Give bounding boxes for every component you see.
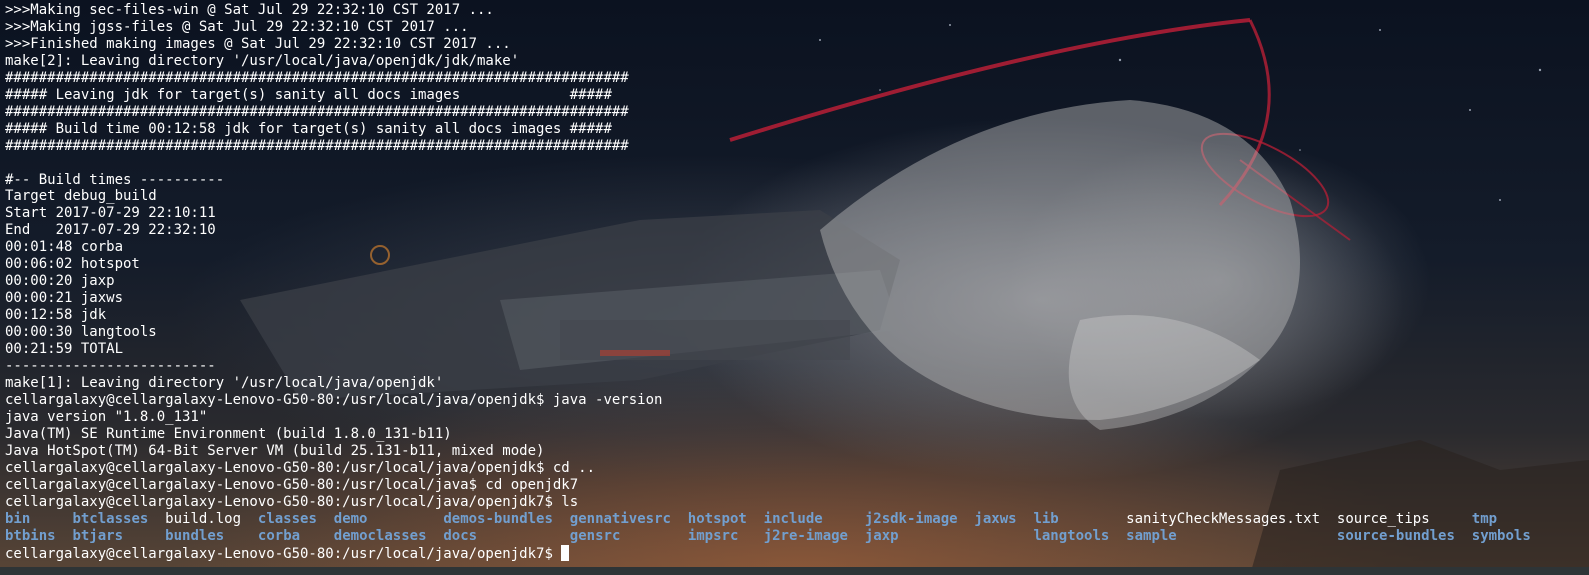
terminal-line: cellargalaxy@cellargalaxy-Lenovo-G50-80:… [5, 493, 579, 510]
terminal-line: Start 2017-07-29 22:10:11 [5, 205, 216, 222]
directory-entry: sample [1126, 527, 1177, 544]
terminal-line: ##### Build time 00:12:58 jdk for target… [5, 120, 612, 137]
directory-entry: include [763, 510, 823, 527]
directory-entry: demos-bundles [443, 510, 553, 527]
terminal-line: >>>Making jgss-files @ Sat Jul 29 22:32:… [5, 18, 469, 35]
directory-entry: j2sdk-image [864, 510, 958, 527]
terminal-line: Target debug_build [5, 188, 157, 205]
terminal-line: Java(TM) SE Runtime Environment (build 1… [5, 425, 452, 442]
directory-entry: btclasses [72, 510, 149, 527]
directory-entry: source-bundles [1336, 527, 1455, 544]
shell-prompt: cellargalaxy@cellargalaxy-Lenovo-G50-80:… [5, 545, 562, 562]
directory-entry: impsrc [687, 527, 739, 544]
terminal-line: Java HotSpot(TM) 64-Bit Server VM (build… [5, 442, 545, 459]
directory-entry: jaxws [974, 510, 1017, 527]
terminal-line: java version "1.8.0_131" [5, 408, 208, 425]
terminal-line: #-- Build times ---------- [5, 171, 225, 188]
directory-entry: bin [5, 510, 31, 527]
terminal-line: ########################################… [5, 103, 629, 120]
ls-row: btbins btjars bundles corba democlasses … [5, 528, 1531, 544]
terminal-window[interactable]: >>>Making sec-files-win @ Sat Jul 29 22:… [0, 0, 1589, 575]
horizontal-scrollbar[interactable] [0, 567, 1589, 575]
file-entry: source_tips [1336, 510, 1430, 527]
terminal-output[interactable]: >>>Making sec-files-win @ Sat Jul 29 22:… [5, 2, 1531, 562]
terminal-line: 00:21:59 TOTAL [5, 341, 124, 358]
terminal-line: >>>Finished making images @ Sat Jul 29 2… [5, 35, 511, 52]
file-entry: build.log [165, 510, 242, 527]
terminal-line: cellargalaxy@cellargalaxy-Lenovo-G50-80:… [5, 476, 579, 493]
terminal-line: End 2017-07-29 22:32:10 [5, 222, 216, 239]
terminal-line: ------------------------- [5, 358, 216, 375]
directory-entry: docs [443, 527, 478, 544]
terminal-line: cellargalaxy@cellargalaxy-Lenovo-G50-80:… [5, 459, 596, 476]
directory-entry: gennativesrc [569, 510, 671, 527]
ls-listing: bin btclasses build.log classes demo dem… [5, 511, 1531, 544]
directory-entry: gensrc [569, 527, 621, 544]
terminal-line: >>>Making sec-files-win @ Sat Jul 29 22:… [5, 2, 494, 18]
terminal-log: >>>Making sec-files-win @ Sat Jul 29 22:… [5, 2, 662, 510]
directory-entry: symbols [1471, 527, 1531, 544]
terminal-line: 00:00:30 langtools [5, 324, 157, 341]
directory-entry: jaxp [864, 527, 899, 544]
directory-entry: btbins [5, 527, 56, 544]
text-cursor [561, 544, 570, 561]
directory-entry: langtools [1033, 527, 1110, 544]
terminal-line: 00:06:02 hotspot [5, 256, 140, 273]
terminal-line: ##### Leaving jdk for target(s) sanity a… [5, 86, 612, 103]
terminal-line: 00:12:58 jdk [5, 307, 107, 324]
directory-entry: tmp [1471, 510, 1498, 527]
terminal-line: ########################################… [5, 137, 629, 154]
directory-entry: bundles [165, 527, 225, 544]
directory-entry: classes [257, 510, 317, 527]
terminal-line: ########################################… [5, 69, 629, 86]
terminal-line: make[2]: Leaving directory '/usr/local/j… [5, 52, 520, 69]
directory-entry: btjars [72, 527, 124, 544]
terminal-line: 00:01:48 corba [5, 239, 124, 256]
directory-entry: j2re-image [763, 527, 848, 544]
terminal-line: 00:00:20 jaxp [5, 273, 115, 290]
ls-row: bin btclasses build.log classes demo dem… [5, 511, 1497, 527]
terminal-line: 00:00:21 jaxws [5, 290, 124, 307]
directory-entry: lib [1033, 510, 1059, 527]
terminal-line: make[1]: Leaving directory '/usr/local/j… [5, 374, 444, 391]
directory-entry: democlasses [333, 527, 427, 544]
directory-entry: corba [257, 527, 301, 544]
directory-entry: demo [333, 510, 368, 527]
terminal-line: cellargalaxy@cellargalaxy-Lenovo-G50-80:… [5, 391, 663, 408]
directory-entry: hotspot [687, 510, 747, 527]
file-entry: sanityCheckMessages.txt [1126, 510, 1321, 527]
